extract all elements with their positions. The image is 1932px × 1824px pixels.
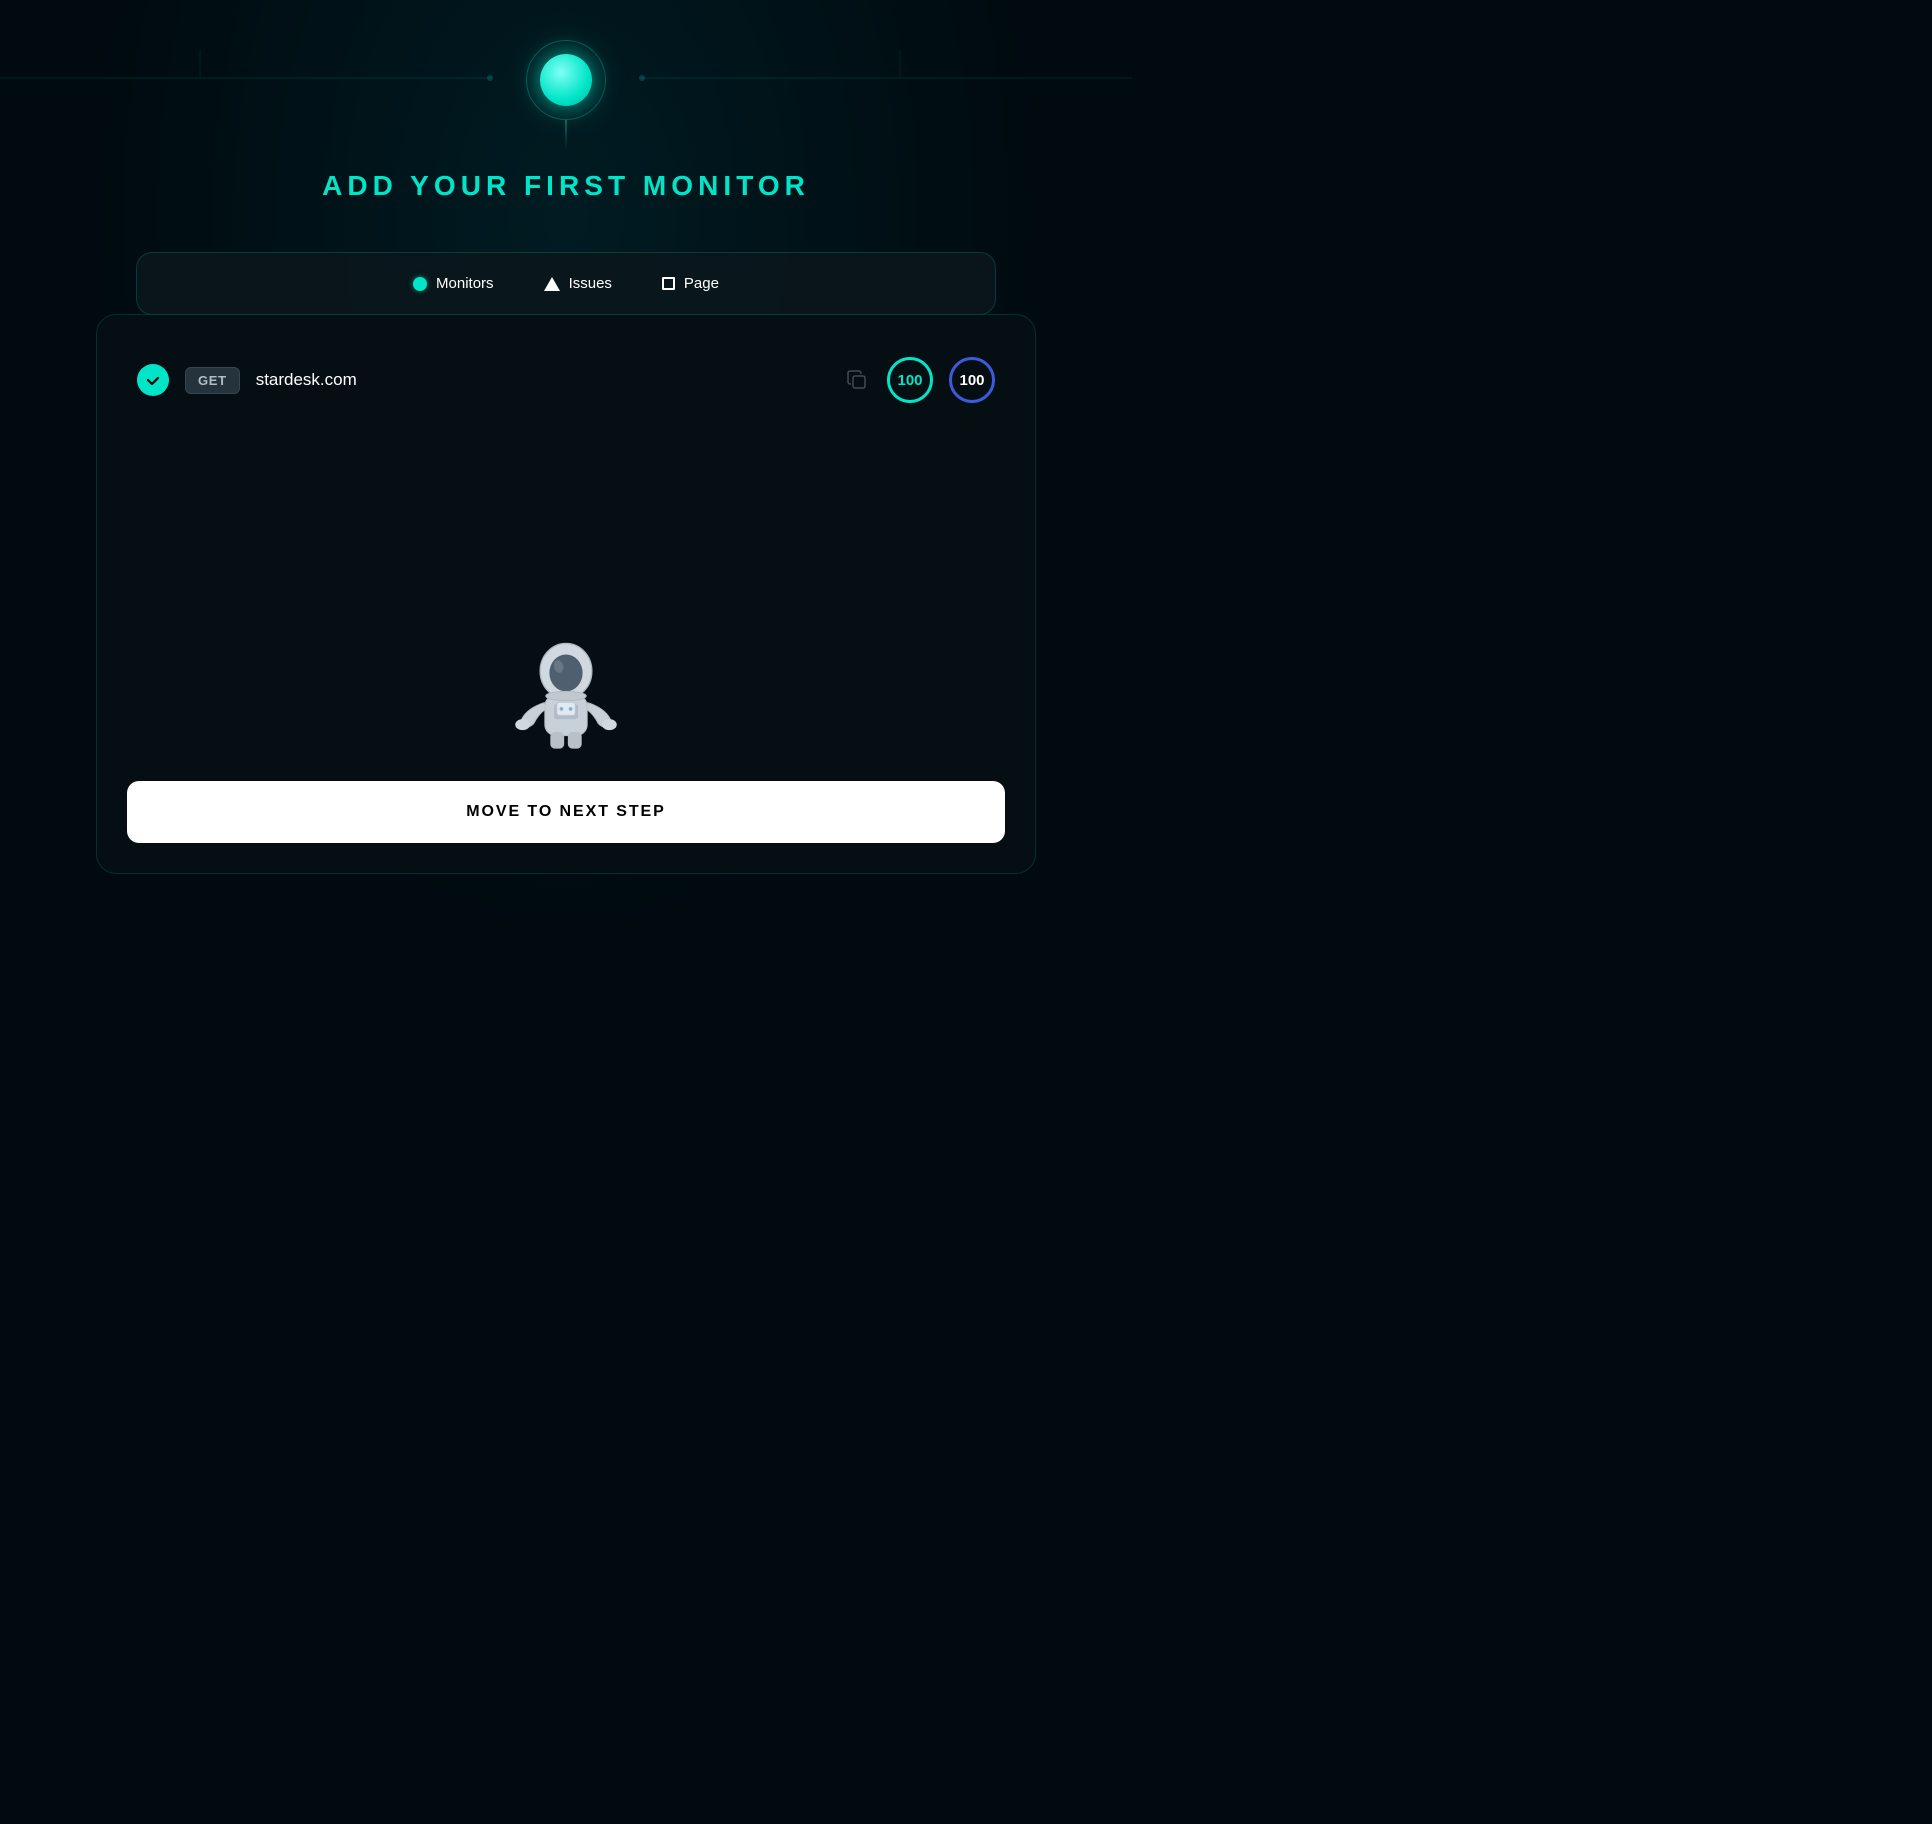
tab-page[interactable]: Page: [662, 275, 719, 292]
method-badge: GET: [185, 367, 240, 394]
circle-icon: [413, 277, 427, 291]
orb: [540, 54, 592, 106]
score-green-badge: 100: [887, 357, 933, 403]
triangle-icon: [544, 277, 560, 291]
page-title: ADD YOUR FIRST MONITOR: [322, 170, 810, 202]
score-blue-badge: 100: [949, 357, 995, 403]
orb-ring: [526, 40, 606, 120]
move-to-next-step-button[interactable]: MOVE TO NEXT STEP: [127, 781, 1005, 843]
astronaut-figure: [496, 636, 636, 761]
top-orb-container: [526, 40, 606, 150]
tab-monitors[interactable]: Monitors: [413, 275, 494, 292]
square-icon: [662, 277, 675, 290]
check-icon: [137, 364, 169, 396]
orb-connector: [565, 120, 567, 150]
astronaut-area: [127, 415, 1005, 761]
tabs-card: Monitors Issues Page: [136, 252, 996, 315]
main-card: GET stardesk.com 100 100: [96, 314, 1036, 874]
tab-monitors-label: Monitors: [436, 275, 494, 292]
tab-issues-label: Issues: [569, 275, 612, 292]
tab-issues[interactable]: Issues: [544, 275, 612, 292]
monitor-row: GET stardesk.com 100 100: [127, 345, 1005, 415]
tab-page-label: Page: [684, 275, 719, 292]
url-text: stardesk.com: [256, 370, 827, 390]
copy-icon[interactable]: [843, 369, 871, 391]
